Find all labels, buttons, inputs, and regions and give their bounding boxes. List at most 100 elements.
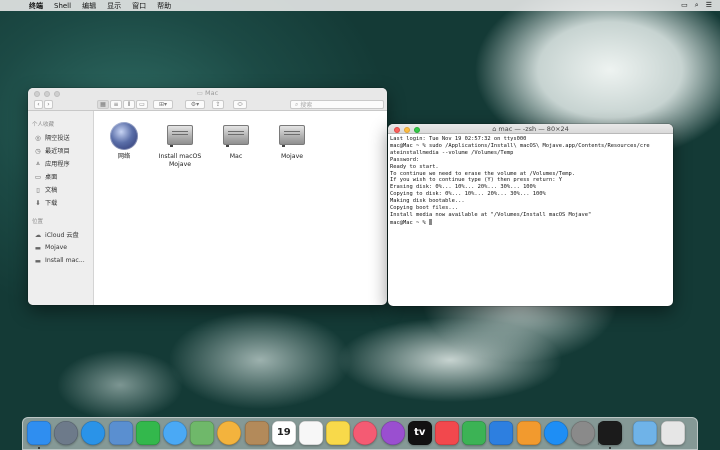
- sidebar-item-label: 文稿: [45, 187, 58, 194]
- sidebar-item-label: 桌面: [45, 174, 58, 181]
- pages-icon[interactable]: [516, 421, 541, 445]
- terminal-line: Copying to disk: 0%... 10%... 20%... 30%…: [390, 191, 546, 198]
- file-item-network[interactable]: 网络: [96, 122, 152, 161]
- finder-icon[interactable]: [27, 421, 51, 445]
- terminal-line: Ready to start.: [390, 163, 439, 170]
- zoom-button[interactable]: [54, 91, 60, 97]
- forward-button[interactable]: ›: [44, 100, 53, 109]
- downloads-folder-icon[interactable]: [633, 421, 658, 445]
- finder-window: ▭ Mac ‹ › ▦ ≡ ⫴ ▭ ⊞▾ ⚙▾ ⇪ ⬭ ⌕ 搜索 个人收藏 ◎ 隔…: [28, 88, 387, 305]
- contacts-icon[interactable]: [244, 421, 269, 445]
- app-store-icon[interactable]: [543, 421, 568, 445]
- trash-icon[interactable]: [660, 421, 685, 445]
- gallery-view-button[interactable]: ▭: [136, 100, 148, 109]
- menu-shell[interactable]: Shell: [54, 2, 71, 10]
- sidebar-header-locations: 位置: [32, 219, 44, 225]
- finder-content: 网络 Install macOS Mojave Mac Mojave: [94, 111, 387, 305]
- sidebar-item-downloads[interactable]: ⬇ 下载: [28, 196, 93, 209]
- news-icon[interactable]: [435, 421, 459, 445]
- messages-icon[interactable]: [163, 421, 187, 445]
- hard-disk-icon: [222, 122, 250, 150]
- group-button[interactable]: ⊞▾: [153, 100, 173, 109]
- file-item-install-macos[interactable]: Install macOS Mojave: [152, 122, 208, 169]
- zoom-button[interactable]: [414, 127, 420, 133]
- apple-tv-icon[interactable]: tv: [407, 421, 432, 445]
- folder-icon: ▭: [196, 89, 206, 97]
- facetime-icon[interactable]: [135, 421, 160, 445]
- tag-button[interactable]: ⬭: [233, 100, 247, 109]
- desktop-icon: ▭: [34, 172, 42, 181]
- finder-toolbar: ‹ › ▦ ≡ ⫴ ▭ ⊞▾ ⚙▾ ⇪ ⬭ ⌕ 搜索: [28, 98, 387, 111]
- finder-titlebar[interactable]: ▭ Mac: [28, 88, 387, 98]
- notes-icon[interactable]: [326, 421, 351, 445]
- sidebar-item-documents[interactable]: ▯ 文稿: [28, 183, 93, 196]
- running-indicator: [38, 447, 40, 449]
- dock: 19 tv: [22, 417, 698, 450]
- sidebar-item-label: 应用程序: [45, 161, 70, 168]
- apps-icon: ⩓: [36, 159, 40, 167]
- list-view-button[interactable]: ≡: [110, 100, 122, 109]
- back-button[interactable]: ‹: [34, 100, 43, 109]
- podcasts-icon[interactable]: [380, 421, 405, 445]
- file-item-mac[interactable]: Mac: [208, 122, 264, 161]
- menu-bar: 终端 Shell 编辑 显示 窗口 帮助 ▭ ⌕ ☰: [0, 0, 720, 11]
- menu-help[interactable]: 帮助: [157, 1, 171, 11]
- sidebar-item-recents[interactable]: ◷ 最近项目: [28, 144, 93, 157]
- menu-view[interactable]: 显示: [107, 1, 121, 11]
- keynote-icon[interactable]: [489, 421, 514, 445]
- search-placeholder: 搜索: [300, 102, 313, 109]
- control-center-icon[interactable]: ☰: [706, 1, 712, 10]
- close-button[interactable]: [34, 91, 40, 97]
- airplay-icon[interactable]: ▭: [681, 1, 688, 10]
- terminal-line: Install media now available at "/Volumes…: [390, 211, 592, 218]
- menu-window[interactable]: 窗口: [132, 1, 146, 11]
- terminal-line: If you wish to continue type (Y) then pr…: [390, 177, 563, 184]
- sidebar-item-desktop[interactable]: ▭ 桌面: [28, 170, 93, 183]
- sidebar-item-install-mac[interactable]: ▬ Install mac...: [28, 254, 93, 267]
- terminal-line: mac@Mac ~ % sudo /Applications/Install\ …: [390, 142, 650, 149]
- system-preferences-icon[interactable]: [571, 421, 595, 445]
- column-view-button[interactable]: ⫴: [123, 100, 135, 109]
- file-item-label: Mac: [229, 153, 243, 160]
- finder-window-title: Mac: [205, 89, 219, 97]
- document-icon: ▯: [36, 185, 40, 194]
- share-button[interactable]: ⇪: [212, 100, 224, 109]
- terminal-line: Making disk bootable...: [390, 198, 465, 205]
- terminal-output[interactable]: Last login: Tue Nov 19 02:57:32 on ttys0…: [388, 134, 673, 306]
- calendar-icon[interactable]: 19: [271, 421, 296, 445]
- action-gear-button[interactable]: ⚙▾: [185, 100, 205, 109]
- calendar-text: 19: [276, 427, 291, 438]
- terminal-icon[interactable]: [598, 421, 623, 445]
- terminal-window: ⌂ mac — -zsh — 80×24 Last login: Tue Nov…: [388, 124, 673, 306]
- terminal-line: Erasing disk: 0%... 10%... 20%... 30%...…: [390, 184, 537, 191]
- sidebar-item-mojave[interactable]: ▬ Mojave: [28, 241, 93, 254]
- search-field[interactable]: ⌕ 搜索: [290, 100, 384, 109]
- preview-icon[interactable]: [108, 421, 133, 445]
- sidebar-item-airdrop[interactable]: ◎ 隔空投送: [28, 131, 93, 144]
- sidebar-item-applications[interactable]: ⩓ 应用程序: [28, 157, 93, 170]
- search-icon[interactable]: ⌕: [695, 1, 699, 10]
- file-item-label: 网络: [117, 153, 131, 160]
- hard-disk-icon: [278, 122, 306, 150]
- sidebar-item-icloud[interactable]: ☁ iCloud 云盘: [28, 228, 93, 241]
- file-item-mojave[interactable]: Mojave: [264, 122, 320, 161]
- photos-icon[interactable]: [217, 421, 242, 445]
- music-icon[interactable]: [353, 421, 378, 445]
- icon-view-button[interactable]: ▦: [97, 100, 109, 109]
- launchpad-icon[interactable]: [54, 421, 79, 445]
- numbers-icon[interactable]: [462, 421, 487, 445]
- reminders-icon[interactable]: [299, 421, 323, 445]
- maps-icon[interactable]: [190, 421, 215, 445]
- sidebar-header-favorites: 个人收藏: [32, 122, 55, 128]
- disk-icon: ▬: [34, 243, 42, 252]
- download-icon: ⬇: [35, 198, 41, 207]
- minimize-button[interactable]: [404, 127, 410, 133]
- close-button[interactable]: [394, 127, 400, 133]
- terminal-titlebar[interactable]: ⌂ mac — -zsh — 80×24: [388, 124, 673, 134]
- minimize-button[interactable]: [44, 91, 50, 97]
- menu-edit[interactable]: 编辑: [82, 1, 96, 11]
- sidebar-item-label: 最近项目: [45, 148, 70, 155]
- terminal-line: Password:: [390, 156, 420, 163]
- menu-app-terminal[interactable]: 终端: [29, 1, 43, 11]
- safari-icon[interactable]: [81, 421, 106, 445]
